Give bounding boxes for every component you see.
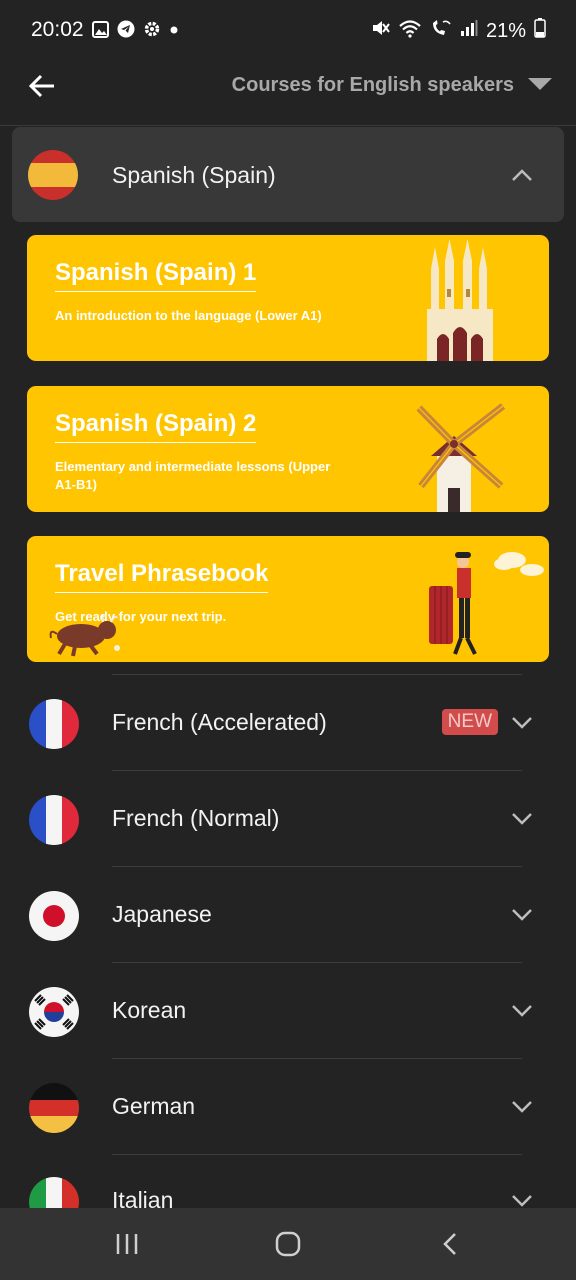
- battery-percent: 21%: [485, 19, 526, 42]
- course-language-dropdown[interactable]: Courses for English speakers: [232, 74, 552, 97]
- mute-icon: [370, 18, 390, 44]
- new-badge: NEW: [441, 709, 498, 735]
- card-title: Spanish (Spain) 1: [55, 259, 257, 292]
- course-row-german[interactable]: German: [0, 1059, 576, 1155]
- card-description: Elementary and intermediate lessons (Upp…: [55, 459, 331, 492]
- course-row-french-accelerated[interactable]: French (Accelerated) NEW: [0, 675, 576, 771]
- chevron-up-icon[interactable]: [510, 167, 534, 183]
- battery-icon: [534, 18, 546, 44]
- france-flag-icon: [29, 795, 79, 845]
- spain-flag-icon: [28, 150, 78, 200]
- gallery-icon: [92, 20, 109, 43]
- bull-illustration: [47, 608, 125, 662]
- system-navigation-bar: [0, 1208, 576, 1280]
- chevron-down-icon[interactable]: [510, 811, 534, 827]
- status-time: 20:02: [31, 18, 84, 41]
- france-flag-icon: [29, 699, 79, 749]
- course-card-travel-phrasebook[interactable]: Travel Phrasebook Get ready for your nex…: [27, 536, 549, 662]
- course-name: French (Accelerated): [112, 709, 327, 735]
- course-row-french-normal[interactable]: French (Normal): [0, 771, 576, 867]
- course-row-korean[interactable]: Korean: [0, 963, 576, 1059]
- course-name: Spanish (Spain): [112, 162, 276, 188]
- matador-illustration: [425, 550, 485, 662]
- chevron-down-icon[interactable]: [510, 1193, 534, 1209]
- home-icon[interactable]: [275, 1231, 301, 1262]
- status-bar: 20:02 21%: [0, 0, 576, 60]
- chevron-down-icon[interactable]: [510, 715, 534, 731]
- back-arrow-icon[interactable]: [26, 70, 58, 102]
- top-app-bar: Courses for English speakers: [0, 60, 576, 126]
- sagrada-familia-illustration: [423, 239, 499, 361]
- germany-flag-icon: [29, 1083, 79, 1133]
- course-name: Japanese: [112, 901, 212, 927]
- telegram-icon: [117, 20, 135, 43]
- recent-apps-icon[interactable]: [115, 1232, 139, 1261]
- system-icons: 21%: [370, 18, 546, 44]
- course-row-japanese[interactable]: Japanese: [0, 867, 576, 963]
- notification-icons: [92, 20, 179, 43]
- wifi-icon: [398, 18, 422, 44]
- dot-icon: [169, 20, 179, 43]
- dropdown-triangle-icon: [528, 74, 552, 97]
- course-name: Korean: [112, 997, 187, 1023]
- course-card-spanish-2[interactable]: Spanish (Spain) 2 Elementary and interme…: [27, 386, 549, 512]
- card-description: An introduction to the language (Lower A…: [55, 308, 322, 323]
- chevron-down-icon[interactable]: [510, 1099, 534, 1115]
- dropdown-label: Courses for English speakers: [231, 74, 514, 96]
- windmill-illustration: [415, 402, 509, 512]
- back-nav-icon[interactable]: [440, 1232, 460, 1261]
- korea-flag-icon: [29, 987, 79, 1037]
- clouds-illustration: [492, 546, 547, 583]
- course-name: German: [112, 1093, 196, 1119]
- card-title: Travel Phrasebook: [55, 560, 269, 593]
- course-name: French (Normal): [112, 805, 280, 831]
- course-card-spanish-1[interactable]: Spanish (Spain) 1 An introduction to the…: [27, 235, 549, 361]
- chevron-down-icon[interactable]: [510, 1003, 534, 1019]
- card-title: Spanish (Spain) 2: [55, 410, 257, 443]
- gear-icon: [143, 20, 161, 43]
- japan-flag-icon: [29, 891, 79, 941]
- chevron-down-icon[interactable]: [510, 907, 534, 923]
- signal-icon: [460, 19, 478, 43]
- course-row-spanish-spain[interactable]: Spanish (Spain): [12, 127, 564, 222]
- wifi-call-icon: [430, 18, 452, 44]
